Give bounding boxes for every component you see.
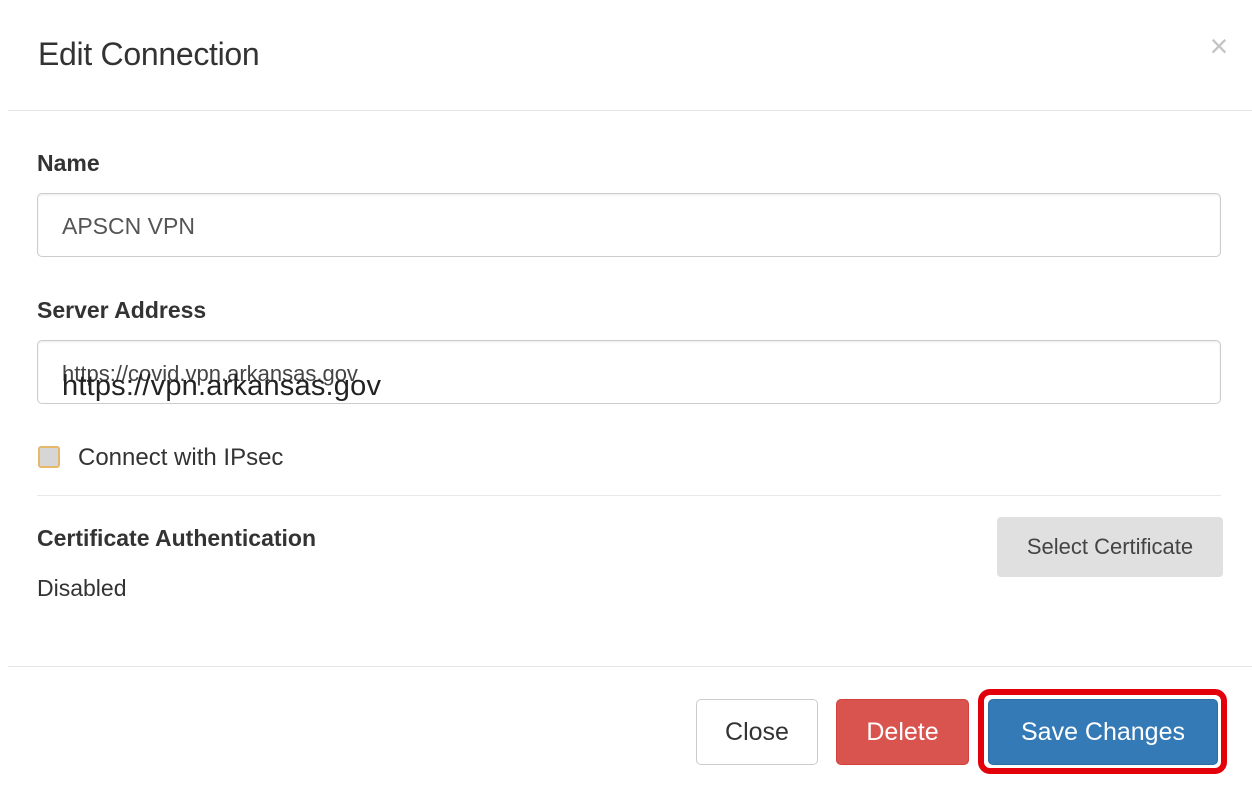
dialog-title: Edit Connection <box>38 36 260 72</box>
dialog-footer-divider <box>8 666 1252 667</box>
name-input[interactable]: APSCN VPN <box>37 193 1221 257</box>
ipsec-checkbox-label[interactable]: Connect with IPsec <box>78 444 283 472</box>
server-address-input[interactable]: https://covid.vpn.arkansas.gov https://v… <box>37 340 1221 404</box>
server-address-overlay-value: https://vpn.arkansas.gov <box>62 370 382 402</box>
certificate-auth-status: Disabled <box>37 575 127 601</box>
delete-button[interactable]: Delete <box>836 699 969 765</box>
edit-connection-dialog: Edit Connection × Name APSCN VPN Server … <box>0 0 1252 793</box>
name-label: Name <box>37 150 100 176</box>
section-divider <box>37 495 1221 496</box>
save-changes-button[interactable]: Save Changes <box>988 699 1218 765</box>
close-icon[interactable]: × <box>1204 28 1234 64</box>
select-certificate-button[interactable]: Select Certificate <box>997 517 1223 577</box>
dialog-header: Edit Connection × <box>8 0 1252 111</box>
server-address-label: Server Address <box>37 297 207 323</box>
name-input-value: APSCN VPN <box>62 213 195 239</box>
certificate-auth-label: Certificate Authentication <box>37 525 317 551</box>
ipsec-checkbox[interactable] <box>38 446 60 468</box>
close-button[interactable]: Close <box>696 699 818 765</box>
